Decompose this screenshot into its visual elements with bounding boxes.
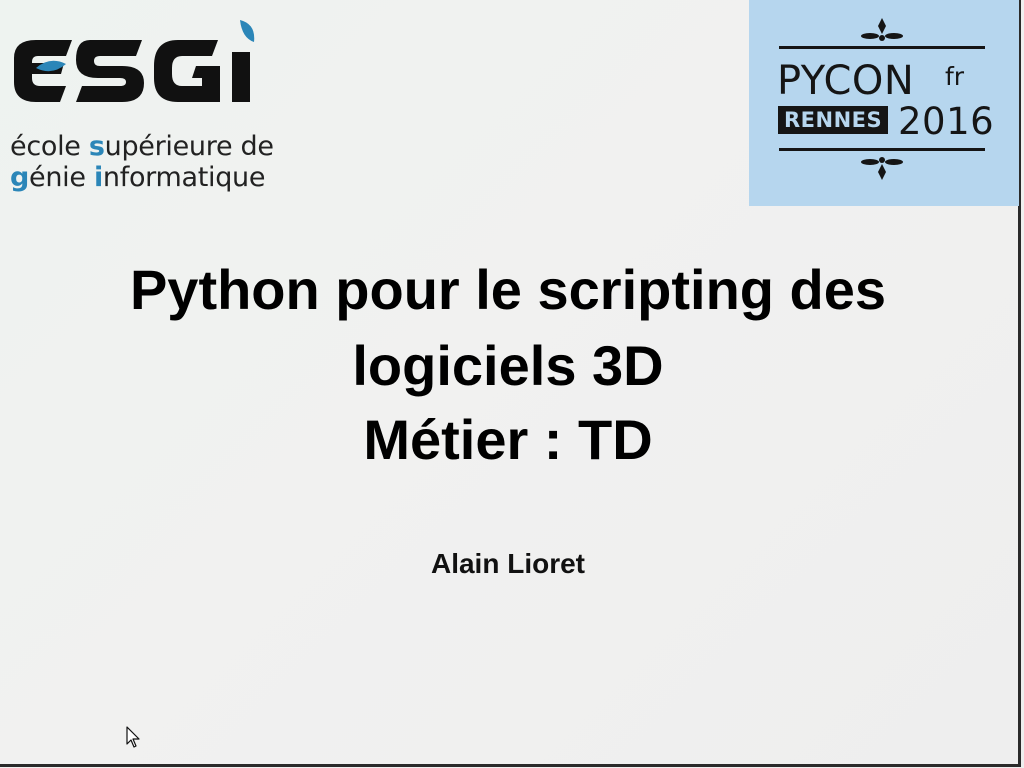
esgi-logo: école supérieure de génie informatique <box>6 16 296 198</box>
esgi-tagline-part: g <box>10 162 30 193</box>
slide-author: Alain Lioret <box>430 548 585 579</box>
slide-title-line: Python pour le scripting des <box>129 258 887 321</box>
esgi-tagline-part: i <box>93 162 103 193</box>
esgi-tagline-part: nformatique <box>102 162 266 193</box>
esgi-tagline-part: énie <box>29 162 94 193</box>
presentation-slide: école supérieure de génie informatique P… <box>0 0 1021 767</box>
pycon-country: fr <box>945 62 965 91</box>
esgi-tagline-part: s <box>88 131 105 162</box>
slide-title-line: Métier : TD <box>363 408 653 471</box>
pycon-name: PYCON <box>777 58 915 104</box>
esgi-tagline-part: é <box>10 131 27 162</box>
esgi-tagline-part: cole <box>26 131 89 162</box>
arrow-pointer-icon <box>126 726 140 748</box>
esgi-tagline-line2: génie informatique <box>10 164 265 191</box>
esgi-wordmark-icon <box>14 20 255 102</box>
slide-title-line: logiciels 3D <box>352 334 664 397</box>
pycon-city-badge: RENNES <box>778 106 889 134</box>
esgi-tagline-line1: école supérieure de <box>10 133 274 160</box>
esgi-tagline-part: upérieure de <box>104 131 274 162</box>
pycon-year: 2016 <box>898 100 995 143</box>
pycon-logo: PYCON fr RENNES 2016 <box>749 0 1019 206</box>
